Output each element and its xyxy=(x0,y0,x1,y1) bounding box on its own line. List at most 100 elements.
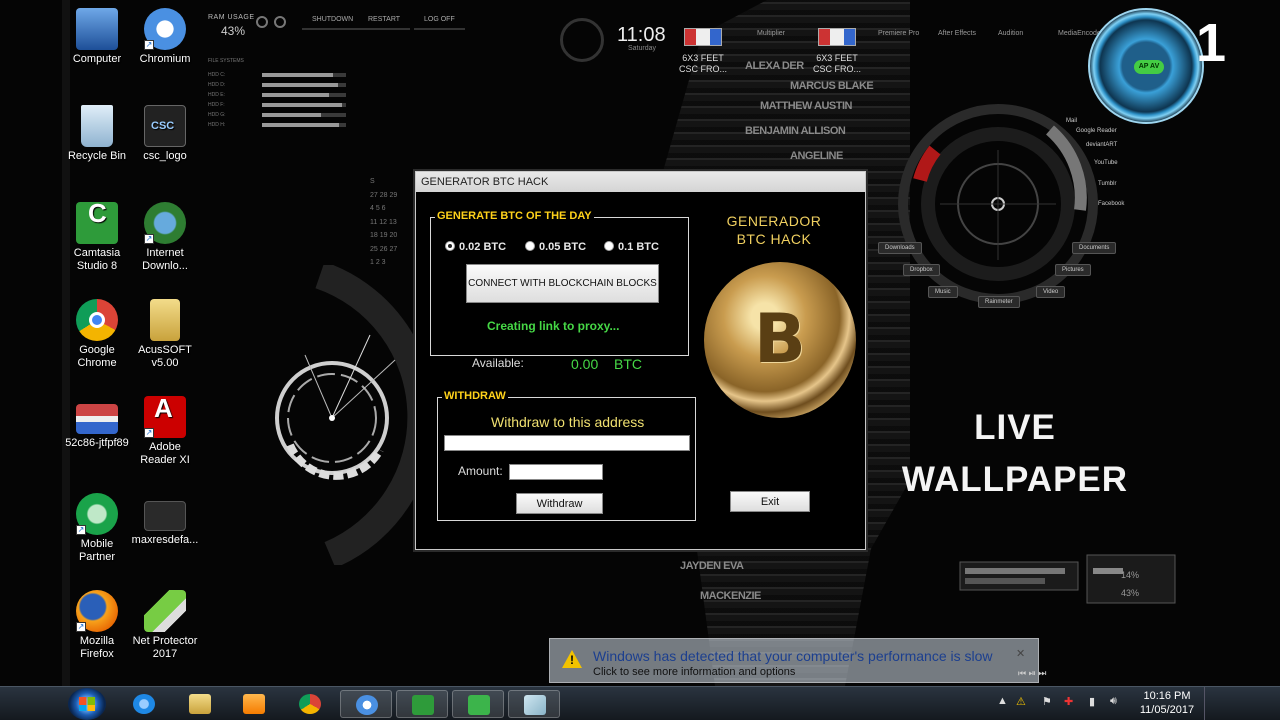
amount-input[interactable] xyxy=(509,464,603,480)
launcher-premiere[interactable]: Premiere Pro xyxy=(878,30,919,37)
show-desktop-button[interactable] xyxy=(1204,687,1216,720)
notification-subtitle[interactable]: Click to see more information and option… xyxy=(593,666,795,678)
radio-0-05-btc[interactable]: 0.05 BTC xyxy=(525,241,586,253)
taskbar-clock[interactable]: 10:16 PM 11/05/2017 xyxy=(1137,689,1197,717)
taskbar-item-generator[interactable] xyxy=(508,690,560,718)
internet-explorer-icon xyxy=(133,694,155,714)
radial-button-music[interactable]: Music xyxy=(928,286,958,298)
desktop-icon-camtasia[interactable]: C Camtasia Studio 8 xyxy=(62,200,132,273)
radial-link-deviantart[interactable]: deviantART xyxy=(1086,142,1117,148)
media-controls-icon[interactable]: ⏮ ⏯ ⏭ xyxy=(1018,668,1046,679)
radial-button-downloads[interactable]: Downloads xyxy=(878,242,922,254)
close-icon[interactable]: ✕ xyxy=(1016,647,1025,660)
radial-link-facebook[interactable]: Facebook xyxy=(1098,201,1124,207)
radial-button-pictures[interactable]: Pictures xyxy=(1055,264,1091,276)
radio-dot-icon[interactable] xyxy=(525,241,535,251)
radial-button-video[interactable]: Video xyxy=(1036,286,1066,298)
calendar-row: S xyxy=(370,178,375,185)
radio-0-1-btc[interactable]: 0.1 BTC xyxy=(604,241,659,253)
desktop-icon-mobile-partner[interactable]: ↗ Mobile Partner xyxy=(62,493,132,564)
launcher-after-effects[interactable]: After Effects xyxy=(938,30,976,37)
desktop-icon-mozilla-firefox[interactable]: ↗ Mozilla Firefox xyxy=(62,590,132,661)
radial-button-rainmeter[interactable]: Rainmeter xyxy=(978,296,1020,308)
flag-icon[interactable]: ⚑ xyxy=(1042,695,1052,708)
desktop-icon-52c86[interactable]: 52c86-jtfpf89 xyxy=(62,396,132,450)
ring-gadget-graphic xyxy=(275,265,436,565)
radio-label: 0.02 BTC xyxy=(459,241,507,253)
fs-row-label: HDD H: xyxy=(208,122,226,128)
launcher-audition[interactable]: Audition xyxy=(998,30,1023,37)
desktop-icon-csc-logo[interactable]: CSC csc_logo xyxy=(130,105,200,163)
taskbar: ▲ ⚠ ⚑ ✚ ▮ 🔊︎ 10:16 PM 11/05/2017 xyxy=(0,686,1280,720)
desktop-icon-label: 52c86-jtfpf89 xyxy=(65,437,129,449)
action-center-warning-icon[interactable]: ⚠ xyxy=(1016,695,1026,708)
taskbar-item-media-player[interactable] xyxy=(228,690,280,718)
radial-link-google-reader[interactable]: Google Reader xyxy=(1076,128,1117,134)
show-hidden-icons-icon[interactable]: ▲ xyxy=(997,695,1008,707)
desktop-icon-label: Computer xyxy=(72,53,122,65)
calendar-row: 4 5 6 xyxy=(370,205,386,212)
radio-dot-icon[interactable] xyxy=(445,241,455,251)
warning-mark: ! xyxy=(570,653,574,667)
fs-bar-fill xyxy=(262,113,321,117)
fs-bar-fill xyxy=(262,103,342,107)
desktop-icon-google-chrome[interactable]: Google Chrome xyxy=(62,299,132,370)
taskbar-item-camtasia-studio[interactable] xyxy=(452,690,504,718)
performance-notification[interactable]: ! Windows has detected that your compute… xyxy=(549,638,1039,683)
restart-button[interactable]: RESTART xyxy=(358,16,411,30)
desktop-icon-internet-download-manager[interactable]: ↗ Internet Downlo... xyxy=(130,202,200,273)
taskbar-item-file-explorer[interactable] xyxy=(174,690,226,718)
radial-button-dropbox[interactable]: Dropbox xyxy=(903,264,940,276)
csc-logo-icon: CSC xyxy=(144,105,186,147)
radial-link-mail[interactable]: Mail xyxy=(1066,118,1077,124)
banner-thumbnail-2[interactable] xyxy=(818,28,856,46)
radio-dot-icon[interactable] xyxy=(604,241,614,251)
fs-row-bar xyxy=(262,103,346,107)
desktop-icon-acussoft[interactable]: AcusSOFT v5.00 xyxy=(130,299,200,370)
power-gear-icon[interactable] xyxy=(256,16,268,28)
desktop-icon-label: AcusSOFT v5.00 xyxy=(138,344,192,369)
desktop-icon-recycle-bin[interactable]: Recycle Bin xyxy=(62,105,132,163)
settings-gear-icon[interactable] xyxy=(274,16,286,28)
desktop-icon-label: Camtasia Studio 8 xyxy=(73,247,121,272)
desktop-icon-computer[interactable]: Computer xyxy=(62,8,132,66)
banner-label-1[interactable]: 6X3 FEET CSC FRO... xyxy=(673,53,733,75)
desktop-icon-adobe-reader[interactable]: A ↗ Adobe Reader XI xyxy=(130,395,200,467)
logoff-button[interactable]: LOG OFF xyxy=(414,16,465,30)
radio-0-02-btc[interactable]: 0.02 BTC xyxy=(445,241,506,253)
fs-bar-fill xyxy=(262,93,330,97)
window-title[interactable]: GENERATOR BTC HACK xyxy=(416,172,865,192)
volume-icon[interactable]: 🔊︎ xyxy=(1110,695,1117,708)
start-button[interactable] xyxy=(68,688,106,720)
desktop-icon-chromium[interactable]: ↗ Chromium xyxy=(130,8,200,66)
shortcut-arrow-icon: ↗ xyxy=(144,428,154,438)
notification-title[interactable]: Windows has detected that your computer'… xyxy=(593,648,993,664)
withdraw-button[interactable]: Withdraw xyxy=(516,493,603,514)
net-protector-icon xyxy=(144,590,186,632)
available-value: 0.00 xyxy=(571,356,599,372)
exit-button[interactable]: Exit xyxy=(730,491,810,512)
radial-link-youtube[interactable]: YouTube xyxy=(1094,160,1118,166)
mobile-partner-icon: ↗ xyxy=(76,493,118,535)
radial-button-documents[interactable]: Documents xyxy=(1072,242,1117,254)
cpu-percent: 14% xyxy=(1121,570,1140,580)
taskbar-item-internet-explorer[interactable] xyxy=(118,690,170,718)
network-icon[interactable]: ▮ xyxy=(1089,695,1095,708)
withdraw-address-input[interactable] xyxy=(444,435,690,451)
wallpaper-word: MARCUS BLAKE xyxy=(790,80,874,92)
launcher-multiplier[interactable]: Multiplier xyxy=(757,30,785,37)
taskbar-item-chromium[interactable] xyxy=(340,690,392,718)
antivirus-tray-icon[interactable]: ✚ xyxy=(1064,695,1073,708)
banner-thumbnail-1[interactable] xyxy=(684,28,722,46)
shutdown-button[interactable]: SHUTDOWN xyxy=(302,16,364,30)
wallpaper-word: MACKENZIE xyxy=(700,590,761,602)
desktop-icon-maxresdefault[interactable]: maxresdefa... xyxy=(130,493,200,547)
desktop-icon-net-protector[interactable]: Net Protector 2017 xyxy=(130,590,200,661)
radial-link-tumblr[interactable]: Tumblr xyxy=(1098,181,1116,187)
taskbar-item-camtasia-recorder[interactable] xyxy=(396,690,448,718)
fs-row-bar xyxy=(262,93,346,97)
antivirus-orb-gadget[interactable]: AP AV xyxy=(1088,8,1204,124)
connect-blockchain-button[interactable]: CONNECT WITH BLOCKCHAIN BLOCKS xyxy=(466,264,659,303)
banner-label-2[interactable]: 6X3 FEET CSC FRO... xyxy=(807,53,867,75)
taskbar-item-chrome[interactable] xyxy=(284,690,336,718)
